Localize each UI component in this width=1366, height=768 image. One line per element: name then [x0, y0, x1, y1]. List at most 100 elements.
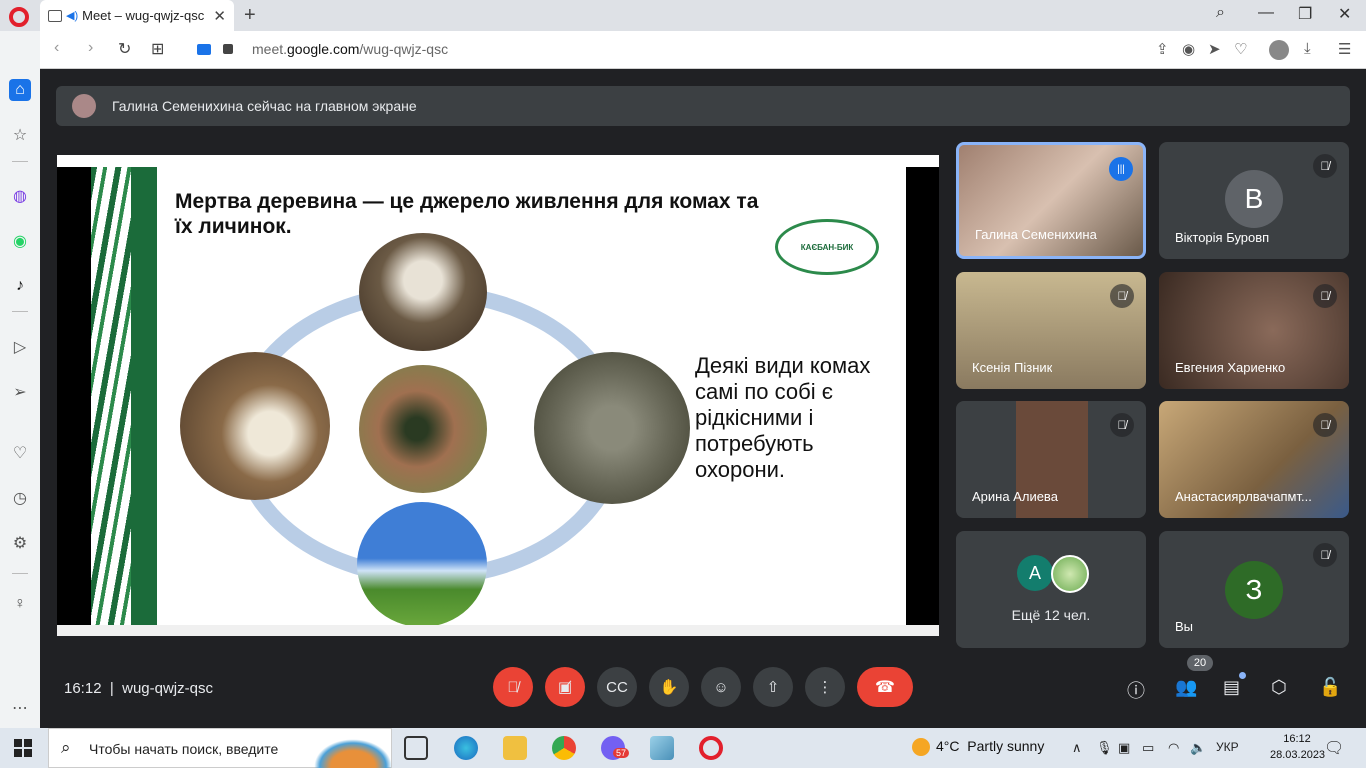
- chat-icon[interactable]: ▤: [1223, 677, 1240, 698]
- clock-date: 28.03.2023: [1270, 749, 1326, 761]
- participant-avatar: А: [1017, 555, 1053, 591]
- participant-name: Арина Алиева: [972, 489, 1058, 504]
- tips-icon[interactable]: ♀: [9, 593, 31, 615]
- tab-meet[interactable]: ◀) Meet – wug-qwjz-qsc ✕: [40, 0, 234, 31]
- my-flow-icon[interactable]: ➢: [9, 381, 31, 403]
- easy-setup-icon[interactable]: ☰: [1338, 40, 1351, 58]
- powerpoint-titlebar: [57, 155, 939, 167]
- tree-image: [357, 502, 487, 625]
- raise-hand-button[interactable]: ✋: [649, 667, 689, 707]
- microphone-tray-icon[interactable]: 🎙: [1096, 740, 1113, 756]
- language-indicator[interactable]: УКР: [1216, 740, 1239, 754]
- close-tab-icon[interactable]: ✕: [213, 7, 226, 25]
- self-tile[interactable]: З 🎙̸ Вы: [1159, 531, 1349, 648]
- participant-tile[interactable]: 🎙̸ Арина Алиева: [956, 401, 1146, 518]
- larva-image: [180, 352, 330, 500]
- close-window-icon[interactable]: ✕: [1338, 4, 1351, 24]
- slide-title: Мертва деревина — це джерело живлення дл…: [175, 190, 759, 238]
- participant-tile[interactable]: 🎙̸ Евгения Хариенко: [1159, 272, 1349, 389]
- messenger-icon[interactable]: ◍: [9, 185, 31, 207]
- participant-name: Вы: [1175, 619, 1194, 634]
- speaking-icon: |||: [1109, 157, 1133, 181]
- task-view-icon[interactable]: [404, 736, 428, 760]
- chat-notification-dot: [1239, 672, 1246, 679]
- activities-icon[interactable]: ⬡: [1271, 677, 1287, 698]
- tiktok-icon[interactable]: ♪: [9, 275, 31, 297]
- battery-icon[interactable]: ▭: [1142, 740, 1154, 756]
- lock-icon[interactable]: [223, 44, 233, 54]
- people-icon[interactable]: 👥: [1175, 677, 1197, 698]
- forward-icon[interactable]: ›: [88, 39, 93, 57]
- powerpoint-statusbar: [57, 625, 939, 636]
- speed-dial-icon[interactable]: ☆: [9, 124, 31, 146]
- participant-tile[interactable]: 🎙̸ Ксенія Пізник: [956, 272, 1146, 389]
- settings-icon[interactable]: ⚙: [9, 532, 31, 554]
- share-icon[interactable]: ⇪: [1156, 40, 1169, 58]
- participant-tile[interactable]: 🎙̸ Анастасиярлвачапмт...: [1159, 401, 1349, 518]
- participant-tile[interactable]: В 🎙̸ Вікторія Буровп: [1159, 142, 1349, 259]
- sidebar-divider: [12, 311, 28, 312]
- leave-call-button[interactable]: ☎: [857, 667, 913, 707]
- more-icon[interactable]: ⋯: [9, 697, 31, 719]
- more-participants-tile[interactable]: А Ещё 12 чел.: [956, 531, 1146, 648]
- windows-taskbar: ⌕ Чтобы начать поиск, введите 57 4°C Par…: [0, 728, 1366, 768]
- present-button[interactable]: ⇧: [753, 667, 793, 707]
- search-tabs-icon[interactable]: ⌕: [1216, 4, 1225, 22]
- participant-tile[interactable]: ||| Галина Семенихина: [956, 142, 1146, 259]
- edge-icon[interactable]: [454, 736, 478, 760]
- home-icon[interactable]: ⌂: [9, 79, 31, 101]
- download-icon[interactable]: ⤓: [1304, 40, 1311, 57]
- send-icon[interactable]: ➤: [1208, 40, 1221, 58]
- more-participants-label: Ещё 12 чел.: [1011, 607, 1091, 623]
- shared-screen[interactable]: Мертва деревина — це джерело живлення дл…: [57, 155, 939, 636]
- tab-group-icon: [48, 9, 62, 22]
- whatsapp-icon[interactable]: ◉: [9, 230, 31, 252]
- volume-icon[interactable]: 🔈: [1190, 740, 1206, 756]
- emoji-button[interactable]: ☺: [701, 667, 741, 707]
- mushrooms-image: [359, 233, 487, 351]
- profile-avatar-icon[interactable]: [1269, 40, 1289, 60]
- notes-app-icon[interactable]: [650, 736, 674, 760]
- captions-button[interactable]: CC: [597, 667, 637, 707]
- back-icon[interactable]: ‹: [54, 39, 59, 57]
- player-icon[interactable]: ▷: [9, 336, 31, 358]
- file-explorer-icon[interactable]: [503, 736, 527, 760]
- opera-taskbar-icon[interactable]: [699, 736, 723, 760]
- notifications-icon[interactable]: 🗨: [1324, 738, 1344, 758]
- mic-toggle-button[interactable]: 🎙̸: [493, 667, 533, 707]
- participant-avatar-image: [1051, 555, 1089, 593]
- fallen-trees-image: [534, 352, 690, 504]
- windows-start-icon[interactable]: [14, 739, 32, 757]
- weather-widget[interactable]: 4°C Partly sunny: [912, 738, 1044, 757]
- tray-expand-icon[interactable]: ∧: [1072, 740, 1082, 756]
- wifi-icon[interactable]: ◠: [1168, 740, 1179, 756]
- screen: ◀) Meet – wug-qwjz-qsc ✕ + ⌕ — ❐ ✕ ‹ › ↻…: [0, 0, 1366, 768]
- heart-icon[interactable]: ♡: [1234, 40, 1247, 58]
- meeting-details-icon[interactable]: ⓘ: [1127, 677, 1145, 703]
- tray-app-icon[interactable]: ▣: [1118, 740, 1130, 756]
- opera-logo-icon[interactable]: [9, 7, 29, 27]
- taskbar-clock[interactable]: 16:12 28.03.2023: [1270, 731, 1326, 763]
- history-icon[interactable]: ◷: [9, 487, 31, 509]
- url-field[interactable]: meet.google.com/wug-qwjz-qsc: [252, 41, 448, 57]
- snapshot-icon[interactable]: ◉: [1182, 40, 1195, 58]
- banner-text: Галина Семенихина сейчас на главном экра…: [112, 98, 417, 114]
- host-controls-icon[interactable]: 🔓: [1319, 677, 1341, 698]
- audio-playing-icon[interactable]: ◀): [66, 9, 78, 22]
- reload-icon[interactable]: ↻: [118, 39, 131, 59]
- camera-toggle-button[interactable]: ▣̸: [545, 667, 585, 707]
- camera-in-use-icon[interactable]: [197, 44, 211, 55]
- mic-off-icon: 🎙̸: [1313, 154, 1337, 178]
- minimize-icon[interactable]: —: [1258, 4, 1274, 22]
- chrome-icon[interactable]: [552, 736, 576, 760]
- tabs-grid-icon[interactable]: ⊞: [151, 39, 164, 59]
- new-tab-icon[interactable]: +: [244, 4, 256, 27]
- bookmarks-icon[interactable]: ♡: [9, 442, 31, 464]
- more-options-button[interactable]: ⋮: [805, 667, 845, 707]
- sidebar-divider: [12, 161, 28, 162]
- taskbar-search[interactable]: ⌕ Чтобы начать поиск, введите: [48, 728, 392, 768]
- restore-icon[interactable]: ❐: [1298, 4, 1312, 24]
- participant-avatar: В: [1225, 170, 1283, 228]
- opera-sidebar: ⌂ ☆ ◍ ◉ ♪ ▷ ➢ ♡ ◷ ⚙ ♀ ⋯: [0, 31, 40, 728]
- slide-body-text: Деякі види комах самі по собі є рідкісни…: [695, 353, 871, 482]
